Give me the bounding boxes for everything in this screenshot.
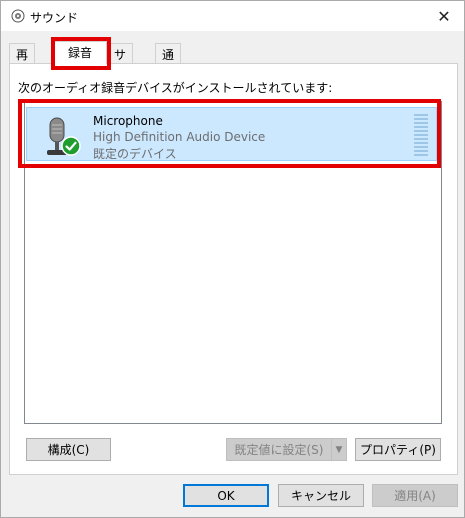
level-meter [414,114,428,158]
close-button[interactable]: ✕ [430,3,458,29]
speaker-icon [11,9,25,23]
tab-sounds[interactable]: サウンド [107,43,134,113]
check-badge-icon [61,136,81,156]
device-name: Microphone [93,114,163,128]
configure-button[interactable]: 構成(C) [26,438,111,461]
cancel-button[interactable]: キャンセル [278,484,364,507]
device-description: High Definition Audio Device [93,130,266,144]
tab-playback[interactable]: 再生 [9,43,36,79]
sound-dialog: サウンド ✕ 再生 録音 サウンド 通信 次のオーディオ録音デバイスがインストー… [0,0,465,518]
apply-button[interactable]: 適用(A) [372,484,458,507]
device-status: 既定のデバイス [93,147,177,161]
device-item-microphone[interactable]: Microphone High Definition Audio Device … [26,107,437,161]
set-default-button[interactable]: 既定値に設定(S) [226,438,332,461]
close-icon: ✕ [437,6,451,26]
ok-button[interactable]: OK [183,484,269,507]
window-title: サウンド [30,11,79,25]
chevron-down-icon: ▼ [335,444,343,455]
properties-button[interactable]: プロパティ(P) [355,438,441,461]
tab-communications[interactable]: 通信 [155,43,182,79]
set-default-dropdown[interactable]: ▼ [331,438,347,461]
title-bar: サウンド ✕ [1,1,464,31]
instruction-text: 次のオーディオ録音デバイスがインストールされています: [18,81,333,95]
device-list[interactable]: Microphone High Definition Audio Device … [24,101,442,424]
tab-recording[interactable]: 録音 [53,41,107,64]
